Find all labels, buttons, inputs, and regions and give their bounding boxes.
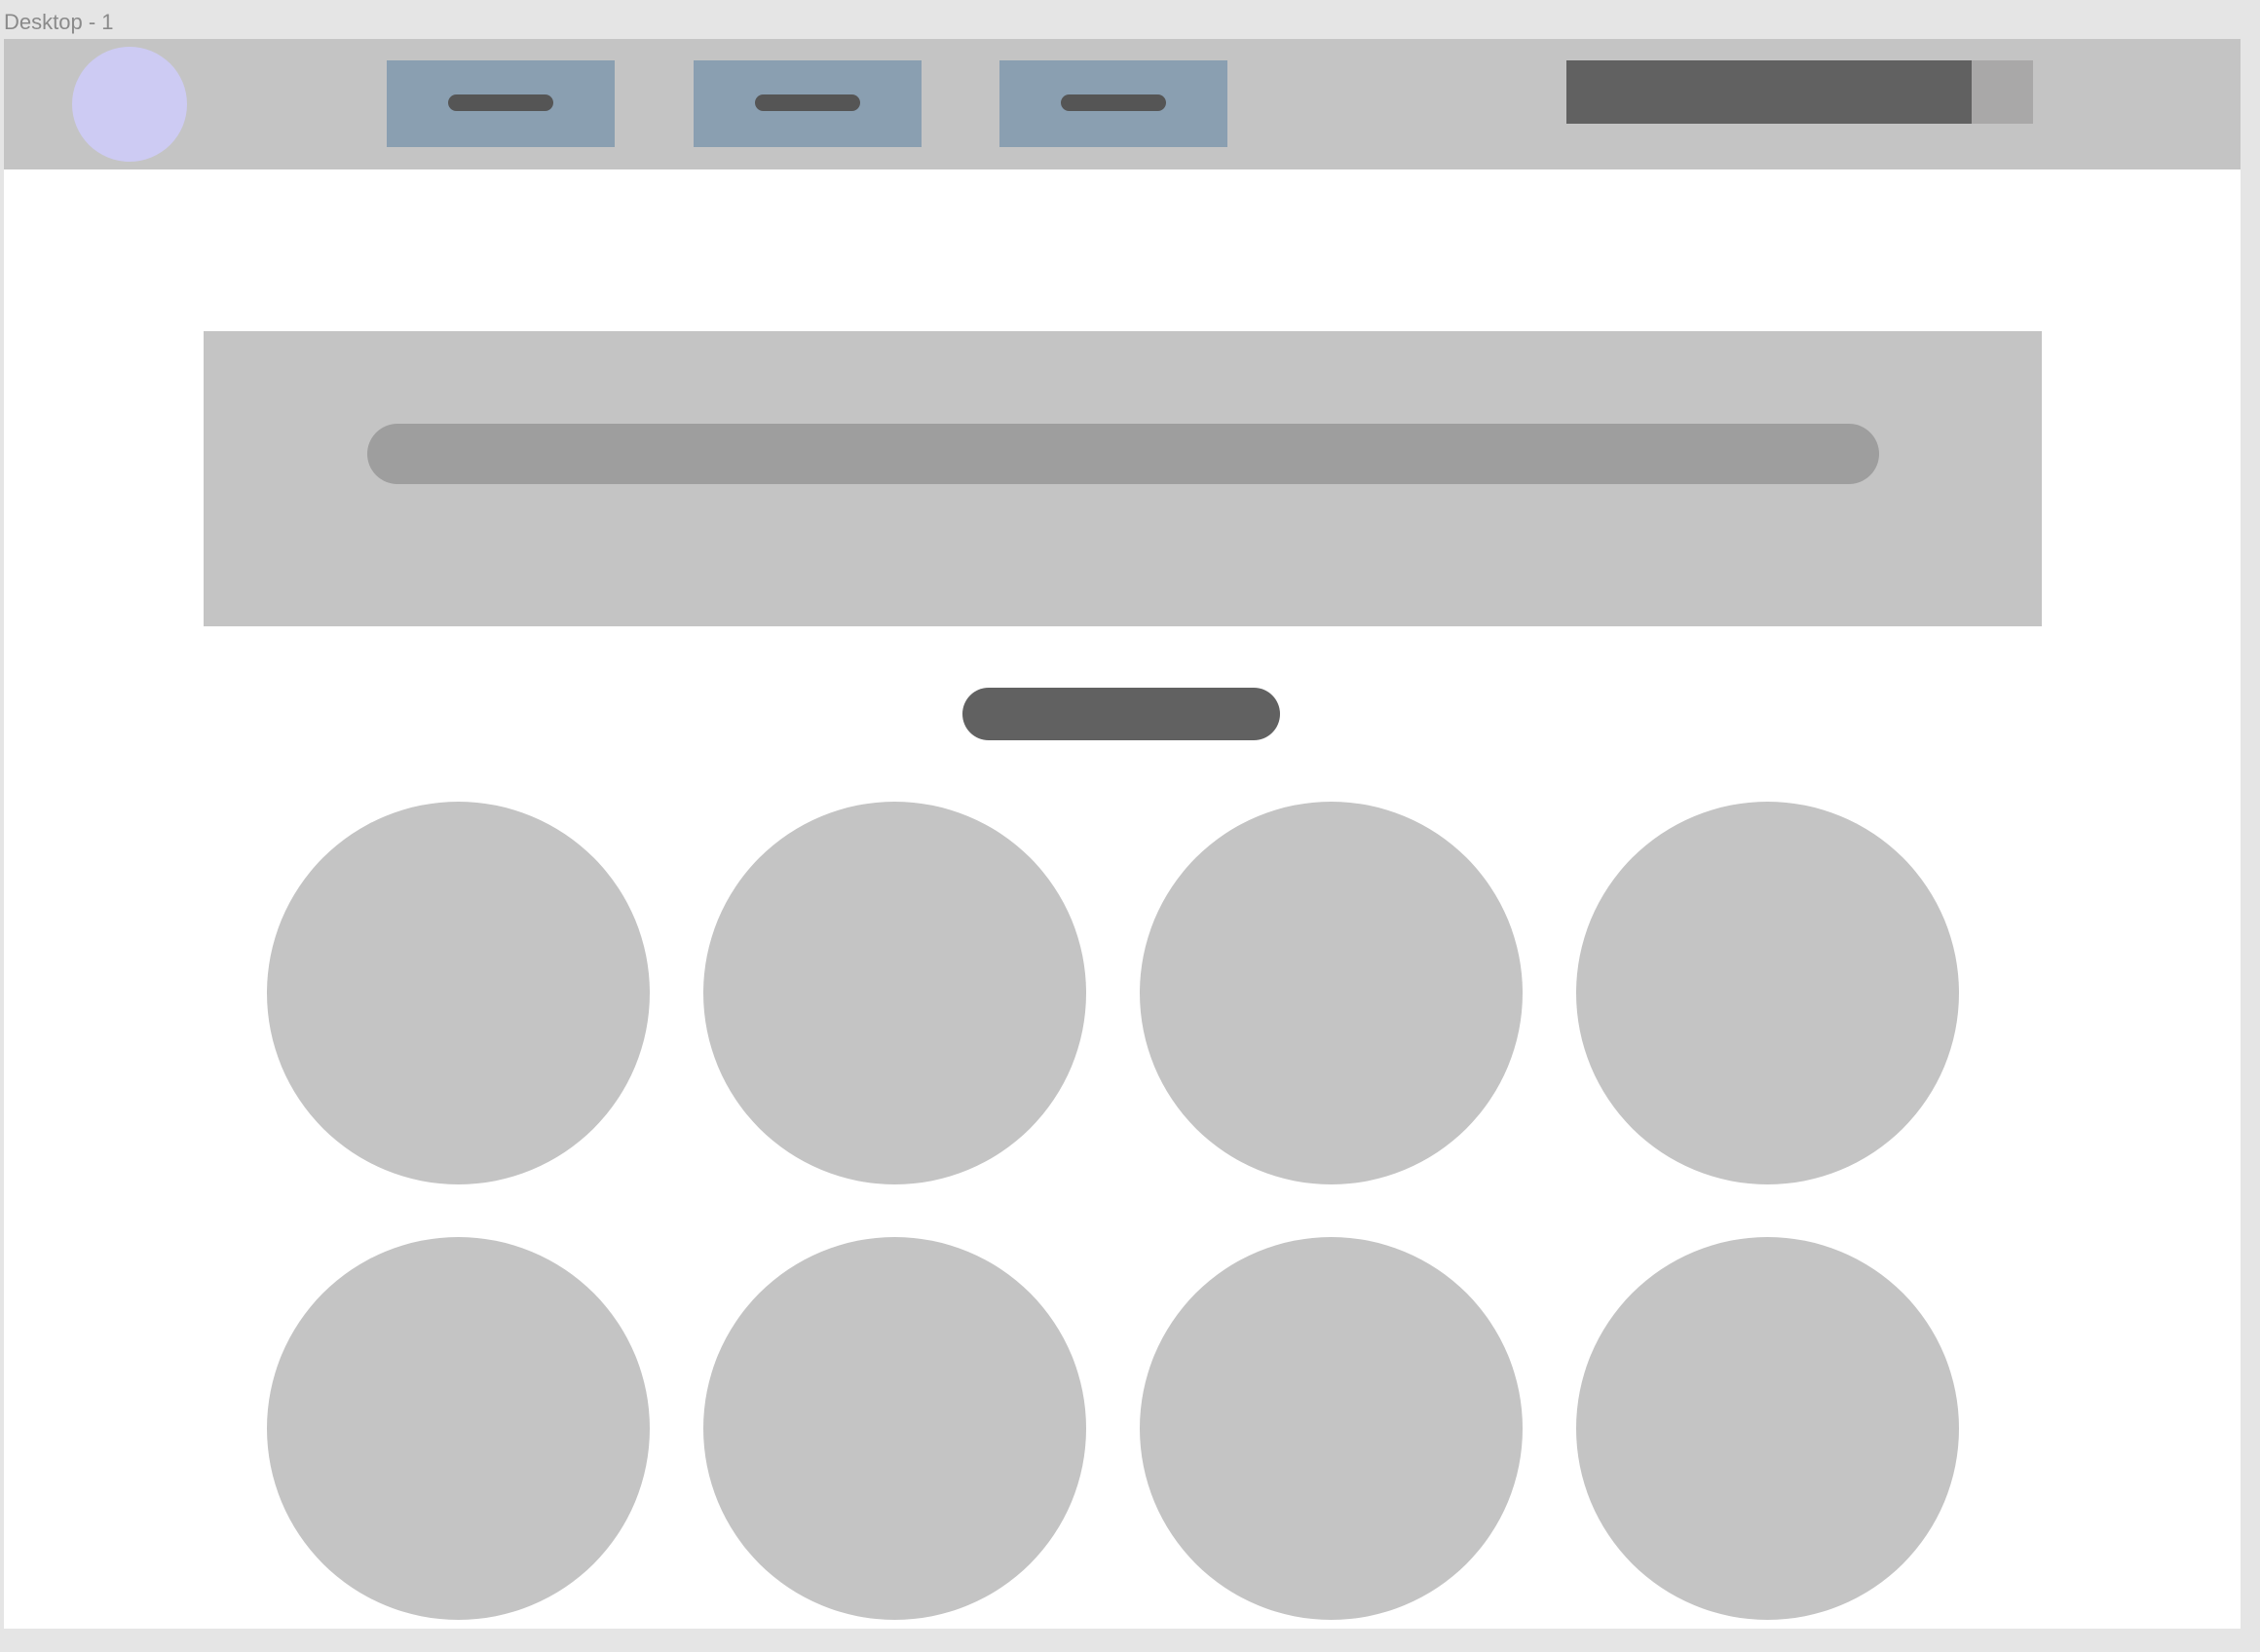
logo-icon[interactable] xyxy=(72,47,187,162)
nav-item-2-label-placeholder xyxy=(755,94,860,111)
desktop-frame xyxy=(4,39,2241,1629)
grid-item-6[interactable] xyxy=(703,1237,1086,1620)
search-bar xyxy=(1566,60,2033,124)
search-input[interactable] xyxy=(1566,60,1972,124)
grid-item-8[interactable] xyxy=(1576,1237,1959,1620)
header xyxy=(4,39,2241,169)
grid-item-1[interactable] xyxy=(267,802,650,1184)
grid-item-7[interactable] xyxy=(1140,1237,1523,1620)
hero-banner xyxy=(204,331,2042,626)
grid-item-2[interactable] xyxy=(703,802,1086,1184)
nav-item-1-label-placeholder xyxy=(448,94,553,111)
nav-item-2[interactable] xyxy=(694,60,922,147)
grid-item-3[interactable] xyxy=(1140,802,1523,1184)
nav-item-3-label-placeholder xyxy=(1061,94,1166,111)
frame-title: Desktop - 1 xyxy=(4,10,114,34)
nav-item-3[interactable] xyxy=(999,60,1227,147)
hero-headline-placeholder xyxy=(367,424,1879,484)
search-button[interactable] xyxy=(1972,60,2033,124)
grid-item-5[interactable] xyxy=(267,1237,650,1620)
cta-button[interactable] xyxy=(962,688,1280,740)
grid-item-4[interactable] xyxy=(1576,802,1959,1184)
nav-item-1[interactable] xyxy=(387,60,615,147)
